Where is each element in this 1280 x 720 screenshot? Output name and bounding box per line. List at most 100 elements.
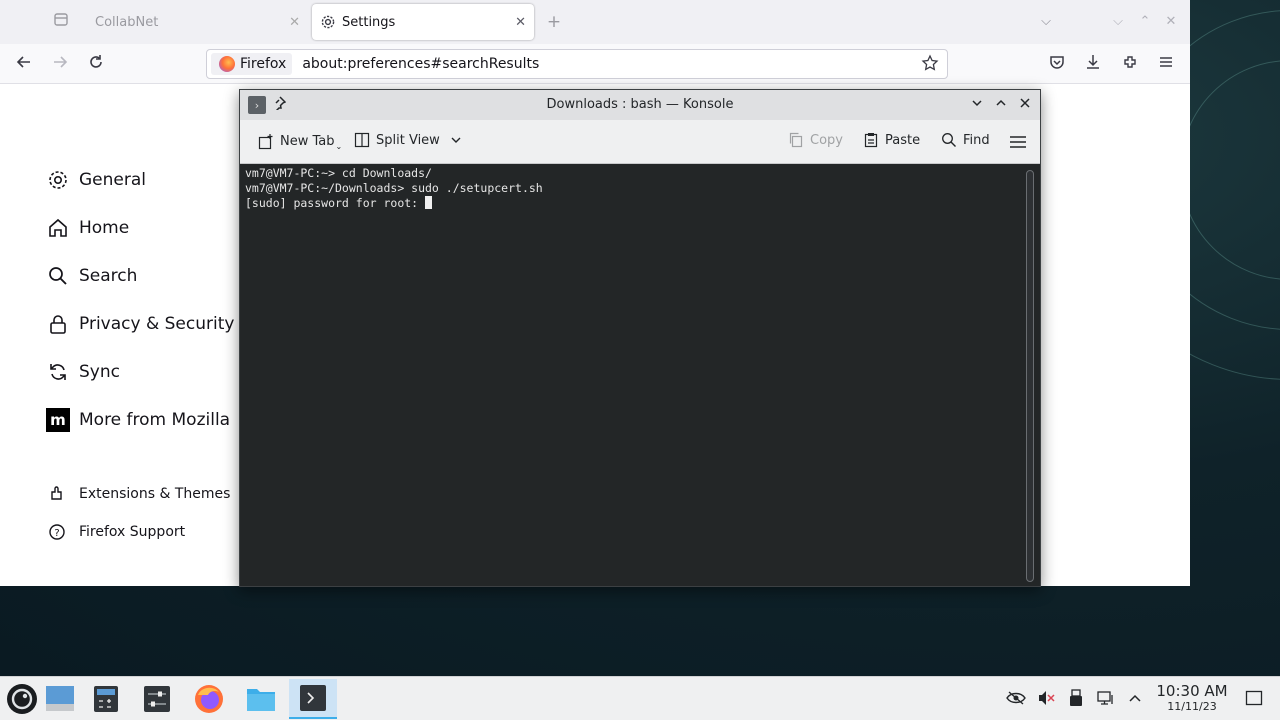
- minimize-icon[interactable]: [971, 97, 983, 113]
- terminal-line: [sudo] password for root:: [245, 196, 426, 210]
- nav-item-label: Firefox Support: [79, 524, 186, 540]
- settings-sliders-icon: [144, 686, 170, 712]
- chevron-down-icon[interactable]: [450, 134, 468, 146]
- gear-icon: [320, 14, 336, 30]
- tab-collabnet[interactable]: CollabNet ✕: [40, 4, 308, 40]
- nav-item-search[interactable]: Search: [46, 264, 137, 288]
- clock-date: 11/11/23: [1167, 700, 1217, 713]
- new-tab-label: New Tab: [280, 134, 335, 149]
- task-file-manager[interactable]: [237, 679, 285, 719]
- clock-time: 10:30 AM: [1156, 682, 1228, 700]
- task-konsole[interactable]: [289, 679, 337, 719]
- digital-clock[interactable]: 10:30 AM 11/11/23: [1150, 683, 1234, 714]
- search-icon: [942, 133, 956, 147]
- terminal-scrollbar[interactable]: [1026, 170, 1034, 582]
- close-icon[interactable]: [1019, 97, 1031, 113]
- konsole-window: › Downloads : bash — Konsole New Tab ⌄ S…: [239, 89, 1041, 587]
- nav-item-general[interactable]: General: [46, 168, 146, 192]
- task-desktop-pager[interactable]: [36, 679, 84, 719]
- konsole-titlebar[interactable]: › Downloads : bash — Konsole: [240, 90, 1040, 120]
- folder-icon: [247, 689, 275, 711]
- tab-bar: CollabNet ✕ Settings ✕ + ⌵ ⌵ ⌃ ✕: [0, 0, 1190, 44]
- back-icon[interactable]: [13, 53, 35, 75]
- nav-item-more-from-mozilla[interactable]: m More from Mozilla: [46, 408, 230, 432]
- svg-text:m: m: [50, 411, 66, 429]
- nav-item-extensions-themes[interactable]: Extensions & Themes: [47, 484, 230, 504]
- paste-icon: [864, 133, 878, 148]
- find-label: Find: [963, 132, 990, 148]
- volume-muted-icon[interactable]: [1036, 688, 1056, 708]
- reload-icon[interactable]: [85, 53, 107, 75]
- identity-box[interactable]: Firefox: [211, 53, 293, 75]
- extensions-icon[interactable]: [1119, 53, 1141, 75]
- menu-icon[interactable]: [1155, 53, 1177, 75]
- split-view-icon: [354, 132, 370, 148]
- split-view-button[interactable]: Split View: [354, 132, 468, 148]
- split-view-label: Split View: [376, 132, 440, 148]
- help-icon: ?: [47, 522, 67, 542]
- nav-item-firefox-support[interactable]: ? Firefox Support: [47, 522, 185, 542]
- pocket-icon[interactable]: [1046, 53, 1068, 75]
- nav-item-label: Extensions & Themes: [79, 486, 231, 502]
- usb-device-icon[interactable]: [1066, 688, 1086, 708]
- minimize-icon[interactable]: ⌵: [1107, 11, 1129, 33]
- hamburger-menu-icon[interactable]: [1009, 133, 1027, 151]
- chevron-up-icon[interactable]: [1125, 688, 1145, 708]
- new-tab-icon[interactable]: +: [543, 11, 565, 33]
- find-button[interactable]: Find: [941, 132, 990, 148]
- network-icon[interactable]: [1096, 688, 1116, 708]
- nav-item-label: Search: [79, 266, 138, 286]
- forward-icon[interactable]: [49, 53, 71, 75]
- tab-settings[interactable]: Settings ✕: [312, 4, 534, 40]
- nav-item-home[interactable]: Home: [46, 216, 129, 240]
- nav-item-sync[interactable]: Sync: [46, 360, 120, 384]
- maximize-icon[interactable]: ⌃: [1134, 11, 1156, 33]
- copy-button[interactable]: Copy: [788, 132, 843, 148]
- calculator-icon: [94, 686, 118, 712]
- eye-icon[interactable]: [1006, 688, 1026, 708]
- copy-icon: [789, 132, 803, 148]
- konsole-toolbar: New Tab ⌄ Split View Copy Paste Find: [240, 120, 1040, 164]
- firefox-icon: [219, 56, 235, 72]
- copy-label: Copy: [810, 132, 843, 148]
- nav-item-label: Home: [79, 218, 130, 238]
- task-firefox[interactable]: [185, 679, 233, 719]
- tab-label: CollabNet: [95, 14, 159, 30]
- task-calculator[interactable]: [82, 679, 130, 719]
- home-icon: [46, 216, 70, 240]
- opensuse-logo-icon: [7, 684, 37, 714]
- bookmark-star-icon[interactable]: [921, 54, 939, 72]
- nav-item-privacy[interactable]: Privacy & Security: [46, 312, 234, 336]
- lock-icon: [46, 312, 70, 336]
- konsole-title: Downloads : bash — Konsole: [546, 97, 734, 112]
- show-desktop-icon[interactable]: [1244, 688, 1264, 708]
- nav-item-label: More from Mozilla: [79, 410, 231, 430]
- terminal-line: vm7@VM7-PC:~/Downloads> sudo ./setupcert…: [245, 181, 543, 195]
- taskbar: 10:30 AM 11/11/23: [0, 676, 1280, 720]
- close-window-icon[interactable]: ✕: [1160, 11, 1182, 33]
- firefox-icon: [195, 685, 223, 713]
- url-bar[interactable]: Firefox about:preferences#searchResults: [206, 49, 948, 79]
- paste-label: Paste: [885, 132, 921, 148]
- nav-item-label: Privacy & Security: [79, 314, 235, 334]
- terminal-cursor: [425, 196, 433, 209]
- terminal-icon: [300, 685, 326, 711]
- task-system-settings[interactable]: [133, 679, 181, 719]
- new-tab-button[interactable]: New Tab ⌄: [258, 132, 342, 151]
- close-tab-icon[interactable]: ✕: [289, 15, 300, 30]
- list-all-tabs-icon[interactable]: ⌵: [1035, 11, 1057, 33]
- close-tab-icon[interactable]: ✕: [515, 15, 526, 30]
- downloads-icon[interactable]: [1082, 53, 1104, 75]
- mozilla-icon: m: [46, 408, 70, 432]
- svg-text:?: ?: [54, 528, 59, 539]
- terminal-area[interactable]: vm7@VM7-PC:~> cd Downloads/ vm7@VM7-PC:~…: [240, 164, 1040, 586]
- nav-item-label: General: [79, 170, 146, 190]
- terminal-prompt-line: [sudo] password for root:: [245, 196, 1040, 211]
- search-icon: [46, 264, 70, 288]
- terminal-line: vm7@VM7-PC:~> cd Downloads/: [245, 166, 432, 180]
- dropdown-indicator-icon: ⌄: [335, 142, 343, 151]
- paste-button[interactable]: Paste: [863, 132, 920, 148]
- url-text[interactable]: about:preferences#searchResults: [302, 56, 539, 72]
- gear-icon: [46, 168, 70, 192]
- maximize-icon[interactable]: [995, 97, 1007, 113]
